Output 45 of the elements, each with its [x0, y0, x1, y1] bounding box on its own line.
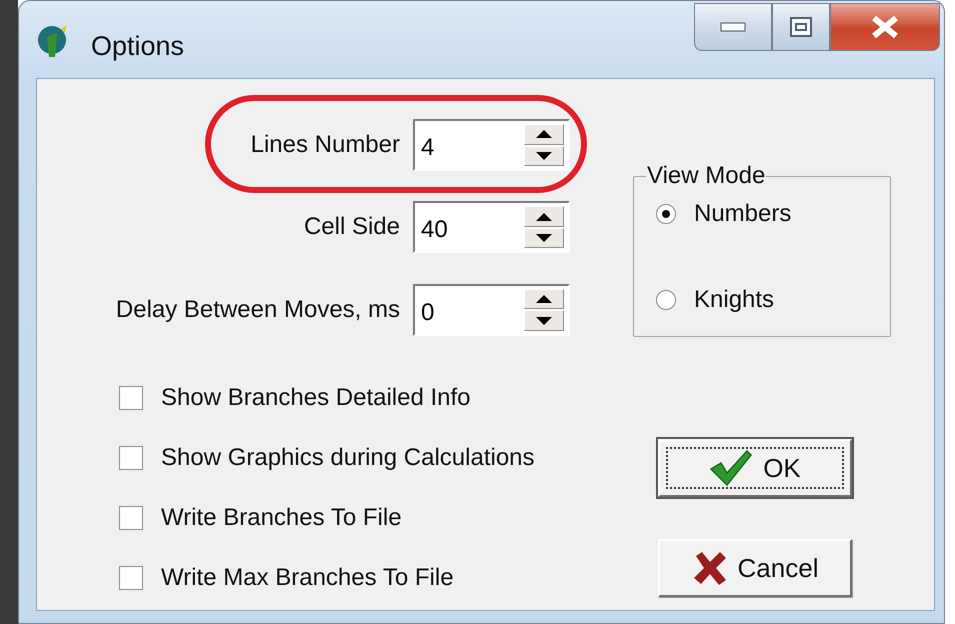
- spin-field[interactable]: 40: [415, 203, 524, 252]
- spin-field[interactable]: 0: [415, 286, 524, 334]
- checkbox-label: Write Max Branches To File: [161, 564, 454, 592]
- spin-up-button[interactable]: [524, 288, 564, 310]
- spin-up-button[interactable]: [524, 206, 564, 227]
- close-button[interactable]: [830, 3, 940, 51]
- ok-button[interactable]: OK: [658, 439, 852, 497]
- spin-box[interactable]: 40: [413, 201, 570, 254]
- maximize-button[interactable]: [772, 3, 830, 51]
- field-label: Lines Number: [250, 131, 400, 160]
- cross-icon: [692, 550, 728, 586]
- radio-label: Numbers: [694, 200, 792, 228]
- spin-box[interactable]: 0: [413, 284, 570, 336]
- spin-down-button[interactable]: [524, 228, 564, 248]
- spin-box[interactable]: 4: [413, 119, 570, 172]
- field-label: Cell Side: [304, 213, 400, 242]
- checkbox-label: Write Branches To File: [161, 504, 402, 532]
- spin-down-button[interactable]: [524, 146, 564, 166]
- window-title: Options: [91, 31, 184, 62]
- spin-field[interactable]: 4: [415, 121, 524, 170]
- maximize-icon: [790, 17, 812, 37]
- radio-button[interactable]: [656, 204, 676, 224]
- minimize-button[interactable]: [694, 3, 772, 51]
- checkbox-label: Show Graphics during Calculations: [161, 444, 535, 472]
- field-label: Delay Between Moves, ms: [116, 296, 400, 324]
- radio-label: Knights: [694, 286, 774, 314]
- radio-button[interactable]: [656, 290, 676, 310]
- checkmark-icon: [709, 449, 754, 487]
- spin-up-button[interactable]: [524, 124, 564, 145]
- checkbox[interactable]: [119, 446, 143, 470]
- arrow-up-icon: [536, 295, 552, 304]
- arrow-down-icon: [536, 152, 552, 160]
- arrow-up-icon: [536, 212, 552, 221]
- checkbox[interactable]: [119, 506, 143, 530]
- arrow-up-icon: [536, 130, 552, 138]
- arrow-down-icon: [536, 234, 552, 242]
- minimize-icon: [720, 22, 746, 32]
- checkbox-label: Show Branches Detailed Info: [161, 384, 471, 412]
- arrow-down-icon: [536, 316, 552, 325]
- checkbox[interactable]: [119, 386, 143, 410]
- close-icon: [871, 15, 899, 39]
- checkbox[interactable]: [119, 566, 143, 590]
- cancel-button[interactable]: Cancel: [658, 539, 852, 597]
- spin-down-button[interactable]: [524, 310, 564, 331]
- group-title: View Mode: [646, 162, 766, 190]
